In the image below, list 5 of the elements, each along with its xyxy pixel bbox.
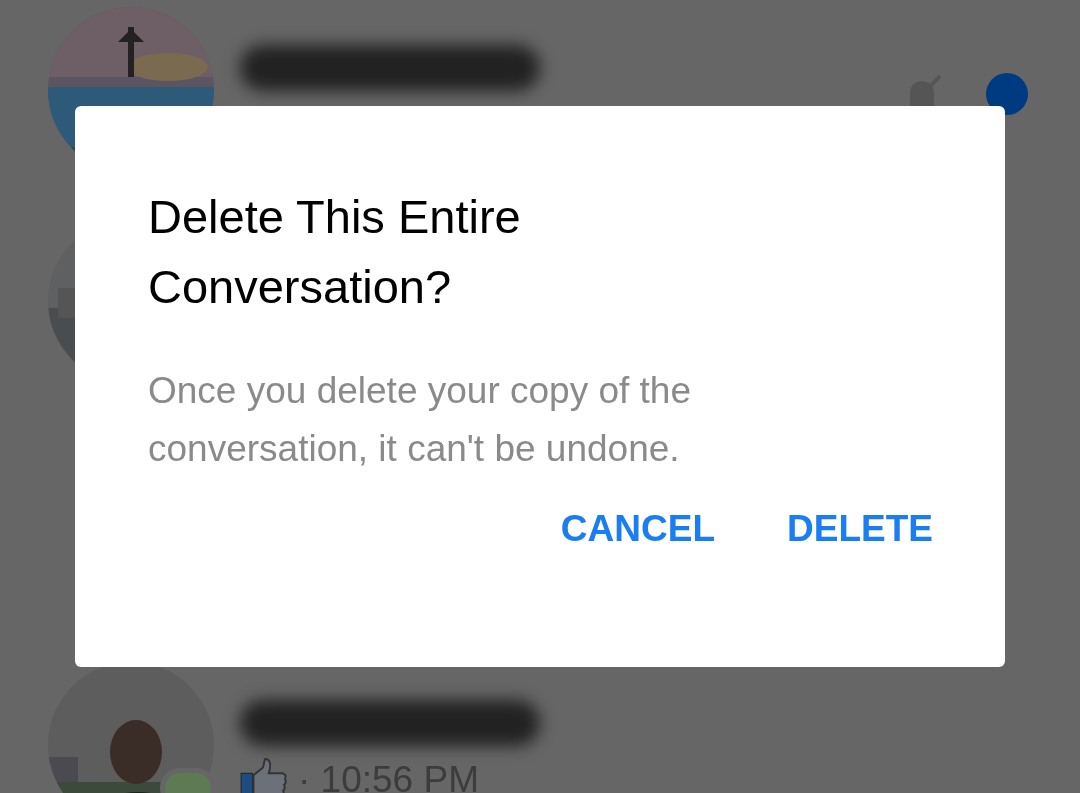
dialog-button[interactable]: CANCEL (560, 510, 716, 547)
dialog-button[interactable]: DELETE (787, 510, 933, 547)
dialog-title: Delete This Entire Conversation? (148, 189, 522, 315)
thumbs-up-icon (240, 758, 288, 793)
dialog-message: Once you delete your copy of the conversation, it can't be undone. (148, 369, 692, 471)
